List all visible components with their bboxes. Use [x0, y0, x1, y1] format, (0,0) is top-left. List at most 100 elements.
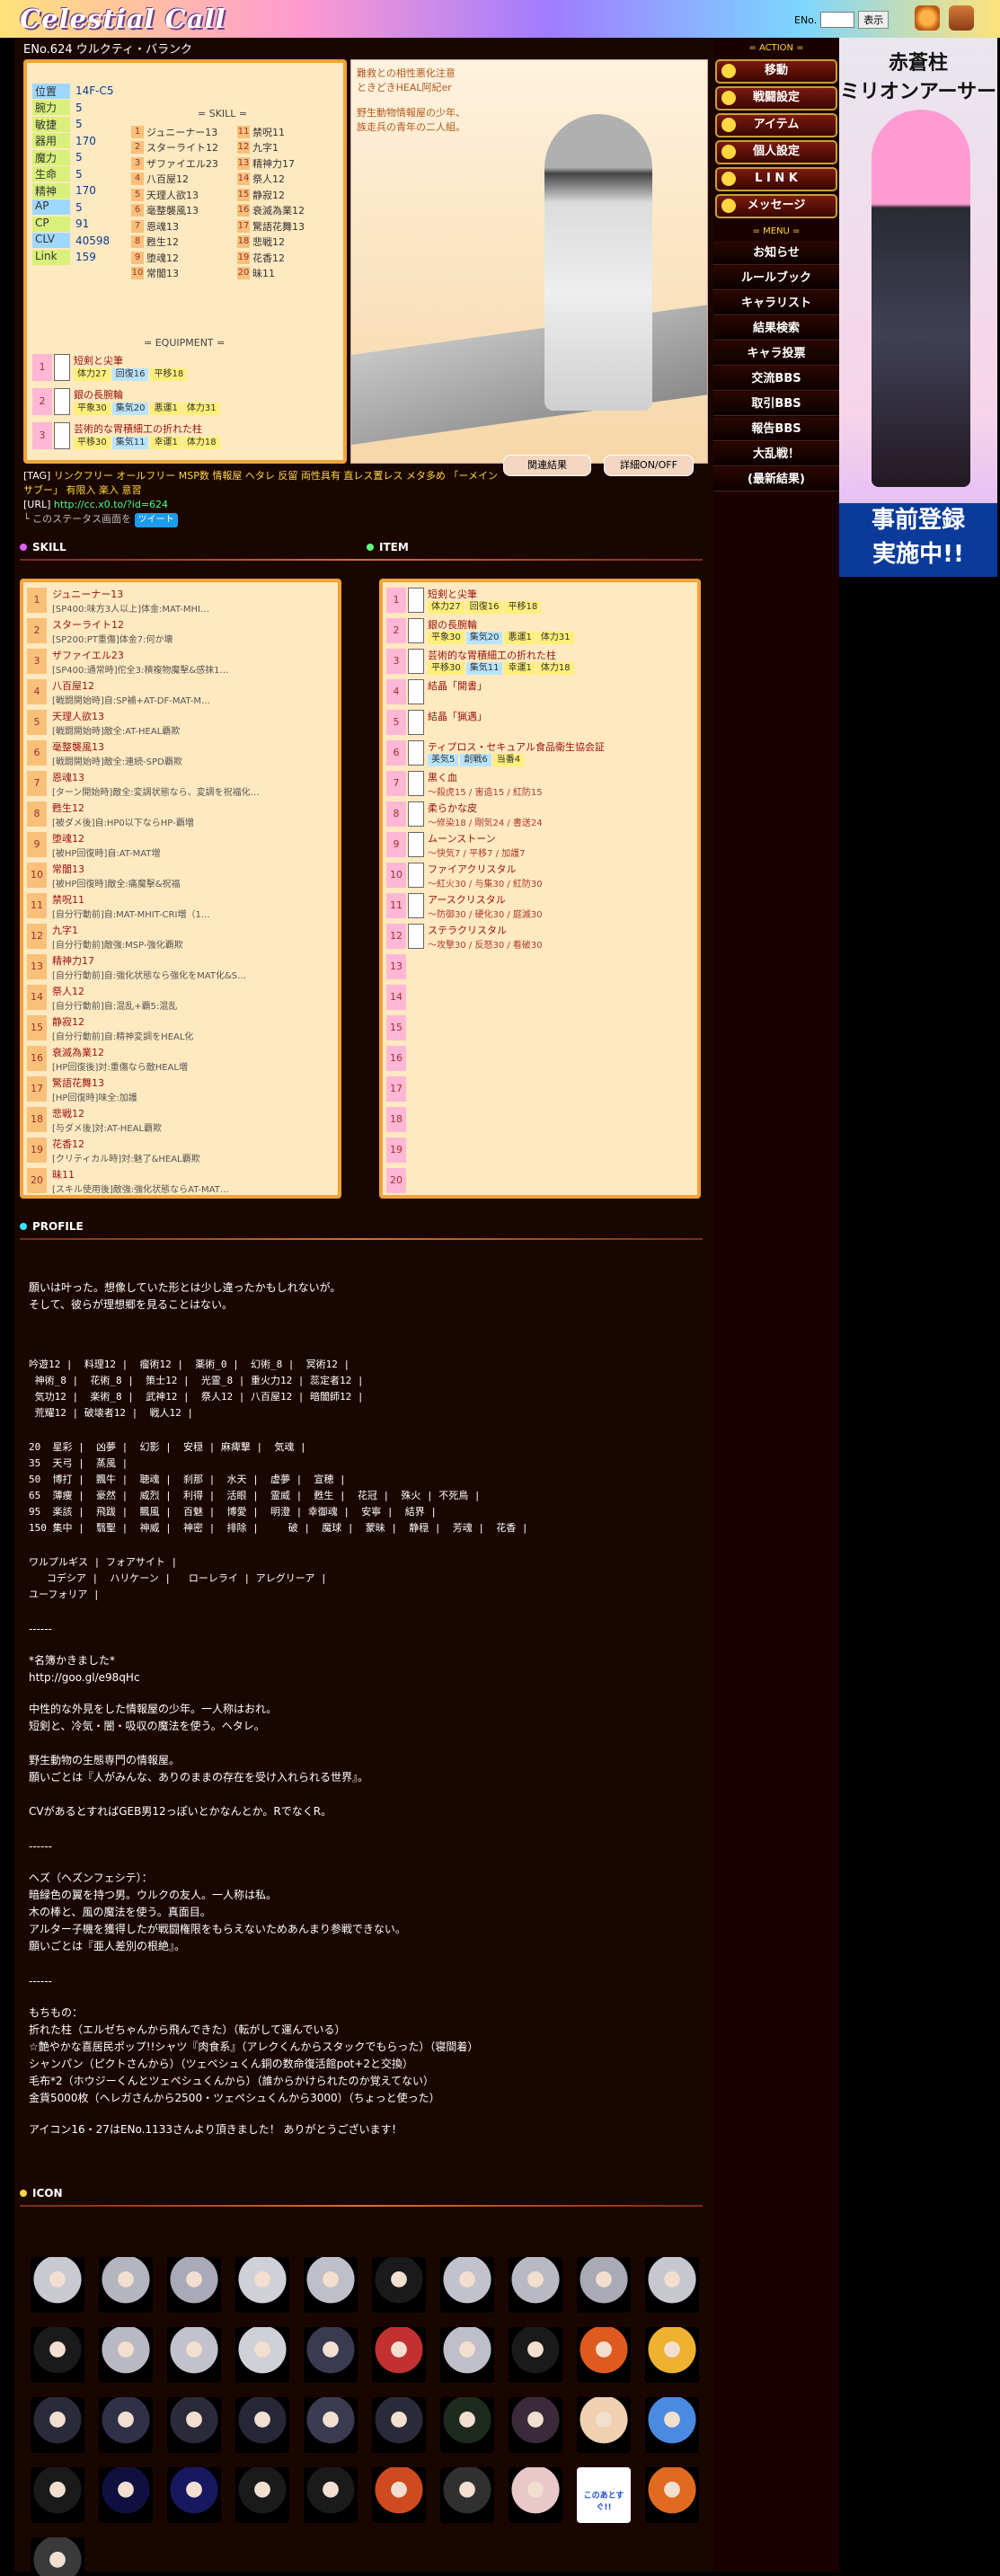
item-row[interactable]: 11 アースクリスタル ～防御30 / 硬化30 / 庭滅30 — [386, 891, 695, 921]
view-button[interactable]: 表示 — [858, 11, 889, 29]
action-3[interactable]: アイテム — [715, 113, 837, 137]
icon-1[interactable] — [31, 2257, 84, 2313]
item-row[interactable]: 20 — [386, 1166, 695, 1195]
item-row[interactable]: 12 ステラクリスタル ～攻撃30 / 反怒30 / 看破30 — [386, 922, 695, 952]
icon-5[interactable] — [304, 2257, 358, 2313]
item-row[interactable]: 18 — [386, 1105, 695, 1135]
item-row[interactable]: 14 — [386, 983, 695, 1013]
icon-16[interactable] — [372, 2327, 426, 2383]
site-logo[interactable]: Celestial Call — [20, 4, 226, 34]
menu-item[interactable]: 結果検索 — [713, 316, 839, 341]
action-2[interactable]: 戦闘設定 — [715, 86, 837, 111]
icon-41[interactable] — [31, 2537, 84, 2576]
menu-item[interactable]: ルールブック — [713, 266, 839, 290]
menu-item[interactable]: 取引BBS — [713, 392, 839, 416]
icon-4[interactable] — [235, 2257, 289, 2313]
tag-text[interactable]: リンクフリー オールフリー MSP数 情報屋 ヘタレ 反留 両性具有 直レス置レ… — [23, 470, 498, 496]
icon-6[interactable] — [372, 2257, 426, 2313]
item-row[interactable]: 10 ファイアクリスタル ～紅火30 / 与集30 / 紅防30 — [386, 861, 695, 890]
item-row[interactable]: 6 ティプロス・セキュアル食品衛生協会証 美気5 創戦6 当番4 — [386, 739, 695, 768]
icon-17[interactable] — [440, 2327, 494, 2383]
icon-25[interactable] — [304, 2397, 358, 2453]
skill-row[interactable]: 9 堕魂12 [被HP回復時]自:AT-MAT増 — [27, 830, 336, 860]
skill-mini[interactable]: 4 八百屋12 — [131, 172, 189, 187]
skill-mini[interactable]: 2 スターライト12 — [131, 140, 218, 155]
eno-input[interactable] — [820, 12, 855, 28]
menu-item[interactable]: キャラ投票 — [713, 341, 839, 366]
detail-toggle-button[interactable]: 詳細ON/OFF — [604, 455, 694, 476]
icon-22[interactable] — [99, 2397, 153, 2453]
item-row[interactable]: 3 芸術的な胃積細工の折れた柱 平移30 集気11 幸運1 体力18 — [386, 647, 695, 677]
icon-34[interactable] — [235, 2467, 289, 2523]
skill-row[interactable]: 14 祭人12 [自分行動前]自:混乱+覇5:混乱 — [27, 983, 336, 1013]
icon-24[interactable] — [235, 2397, 289, 2453]
skill-mini[interactable]: 9 堕魂12 — [131, 250, 179, 265]
icon-14[interactable] — [235, 2327, 289, 2383]
item-row[interactable]: 16 — [386, 1044, 695, 1074]
icon-30[interactable] — [645, 2397, 699, 2453]
skill-row[interactable]: 10 常闇13 [被HP回復時]敵全:痛魔擊&祝福 — [27, 861, 336, 890]
skill-mini[interactable]: 6 毫整襲風13 — [131, 203, 199, 218]
icon-3[interactable] — [167, 2257, 221, 2313]
icon-36[interactable] — [372, 2467, 426, 2523]
skill-row[interactable]: 18 悲戦12 [与ダメ後]対:AT-HEAL覇欺 — [27, 1105, 336, 1135]
menu-item[interactable]: お知らせ — [713, 241, 839, 265]
skill-mini[interactable]: 13 精神力17 — [237, 155, 295, 171]
skill-row[interactable]: 12 九字1 [自分行動前]敵強:MSP-強化覇欺 — [27, 922, 336, 952]
menu-item[interactable]: 報告BBS — [713, 417, 839, 441]
skill-row[interactable]: 1 ジュニーナー13 [SP400:味方3人以上]体金:MAT-MHI… — [27, 586, 336, 615]
skill-row[interactable]: 15 静寂12 [自分行動前]自:精神変調をHEAL化 — [27, 1014, 336, 1043]
advertisement-banner[interactable]: 赤蒼柱 ミリオンアーサー 事前登録 実施中!! — [839, 38, 997, 577]
skill-mini[interactable]: 18 悲戦12 — [237, 235, 285, 250]
menu-item[interactable]: キャラリスト — [713, 291, 839, 315]
menu-item[interactable]: (最新結果) — [713, 467, 839, 491]
equipment-row[interactable]: 2 銀の長腕輪 平象30 集気20 悪運1 体力31 — [32, 386, 302, 419]
skill-row[interactable]: 7 恩魂13 [ターン開始時]敵全:変調状態なら、変調を祝福化… — [27, 769, 336, 799]
item-row[interactable]: 4 結晶「開書」 — [386, 677, 695, 707]
skill-mini[interactable]: 17 驚語花舞13 — [237, 218, 305, 234]
related-results-button[interactable]: 関連結果 — [503, 455, 591, 476]
action-5[interactable]: L I N K — [715, 167, 837, 191]
action-6[interactable]: メッセージ — [715, 194, 837, 218]
icon-11[interactable] — [31, 2327, 84, 2383]
skill-row[interactable]: 11 禁呪11 [自分行動前]自:MAT-MHIT-CRI増（1… — [27, 891, 336, 921]
item-row[interactable]: 2 銀の長腕輪 平象30 集気20 悪運1 体力31 — [386, 616, 695, 646]
action-1[interactable]: 移動 — [715, 59, 837, 84]
icon-21[interactable] — [31, 2397, 84, 2453]
skill-mini[interactable]: 7 恩魂13 — [131, 218, 179, 234]
skill-mini[interactable]: 1 ジュニーナー13 — [131, 124, 217, 139]
skill-row[interactable]: 4 八百屋12 [戦闘開始時]自:SP補+AT-DF-MAT-M… — [27, 677, 336, 707]
profile-url[interactable]: http://cc.x0.to/?id=624 — [54, 499, 168, 510]
icon-33[interactable] — [167, 2467, 221, 2523]
icon-9[interactable] — [577, 2257, 631, 2313]
profile-credit[interactable]: *名簿かきました* http://goo.gl/e98qHc — [29, 1652, 703, 1686]
house-icon[interactable] — [949, 5, 974, 31]
skill-mini[interactable]: 19 花香12 — [237, 250, 285, 265]
skill-mini[interactable]: 20 昧11 — [237, 266, 275, 281]
skill-mini[interactable]: 11 禁呪11 — [237, 124, 285, 139]
item-row[interactable]: 8 柔らかな皮 ～修染18 / 剛気24 / 書送24 — [386, 800, 695, 829]
skill-row[interactable]: 20 昧11 [スキル使用後]敵強:強化状態ならAT-MAT… — [27, 1166, 336, 1195]
equipment-row[interactable]: 1 短剣と尖筆 体力27 回復16 平移18 — [32, 352, 302, 385]
icon-38[interactable] — [509, 2467, 562, 2523]
icon-29[interactable] — [577, 2397, 631, 2453]
menu-item[interactable]: 大乱戦！ — [713, 442, 839, 466]
icon-12[interactable] — [99, 2327, 153, 2383]
icon-13[interactable] — [167, 2327, 221, 2383]
icon-10[interactable] — [645, 2257, 699, 2313]
skill-mini[interactable]: 16 衰滅為業12 — [237, 203, 305, 218]
icon-19[interactable] — [577, 2327, 631, 2383]
skill-mini[interactable]: 12 九字1 — [237, 140, 279, 155]
item-row[interactable]: 7 黒く血 ～殺虎15 / 害造15 / 紅防15 — [386, 769, 695, 799]
equipment-row[interactable]: 3 芸術的な胃積細工の折れた柱 平移30 集気11 幸運1 体力18 — [32, 420, 302, 453]
item-row[interactable]: 19 — [386, 1136, 695, 1165]
tweet-button[interactable]: ツイート — [134, 513, 178, 527]
icon-23[interactable] — [167, 2397, 221, 2453]
skill-mini[interactable]: 3 ザファイエル23 — [131, 155, 218, 171]
icon-35[interactable] — [304, 2467, 358, 2523]
skill-row[interactable]: 13 精神力17 [自分行動前]自:強化状態なら強化をMAT化&S… — [27, 952, 336, 982]
action-4[interactable]: 個人設定 — [715, 140, 837, 164]
skill-row[interactable]: 8 甦生12 [被ダメ後]自:HP0以下ならHP-覇増 — [27, 800, 336, 829]
skill-row[interactable]: 3 ザファイエル23 [SP400:通常時]佗全3:積複物魔擊&感抹1… — [27, 647, 336, 677]
icon-7[interactable] — [440, 2257, 494, 2313]
